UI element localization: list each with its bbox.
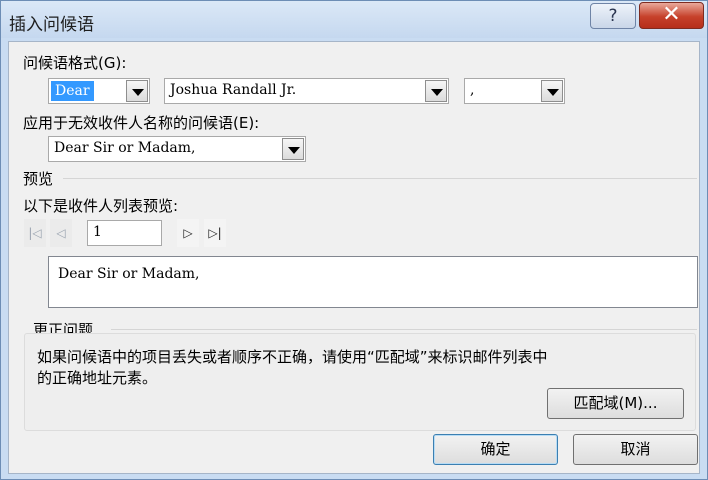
last-record-icon[interactable]: ▷| <box>204 219 226 247</box>
chevron-down-icon[interactable] <box>282 138 304 160</box>
match-fields-button[interactable]: 匹配域(M)... <box>547 388 684 419</box>
correct-problems-group: 如果问候语中的项目丢失或者顺序不正确，请使用“匹配域”来标识邮件列表中 的正确地… <box>24 333 696 431</box>
dialog-title: 插入问候语 <box>9 15 94 35</box>
invalid-recipient-value: Dear Sir or Madam, <box>54 140 196 156</box>
title-bar: 插入问候语 ? ✕ <box>1 1 707 38</box>
preview-text: Dear Sir or Madam, <box>58 266 200 282</box>
salutation-dropdown[interactable]: Dear <box>48 78 150 104</box>
chevron-down-icon[interactable] <box>425 80 447 102</box>
salutation-value: Dear <box>51 81 94 101</box>
chevron-down-icon[interactable] <box>541 80 563 102</box>
preview-list-label: 以下是收件人列表预览: <box>23 197 179 215</box>
chevron-down-icon[interactable] <box>126 80 148 102</box>
punctuation-value: , <box>470 82 475 98</box>
next-record-icon[interactable]: ▷ <box>177 219 199 247</box>
previous-record-icon[interactable]: ◁ <box>50 219 72 247</box>
punctuation-dropdown[interactable]: , <box>464 78 565 104</box>
first-record-icon[interactable]: |◁ <box>24 219 46 247</box>
preview-section-label: 预览 <box>23 170 54 188</box>
insert-greeting-dialog: 插入问候语 ? ✕ 问候语格式(G): Dear Joshua Randall … <box>0 0 708 480</box>
close-button[interactable]: ✕ <box>639 2 704 29</box>
dialog-body: 问候语格式(G): Dear Joshua Randall Jr. , 应用于无… <box>8 41 700 474</box>
name-format-dropdown[interactable]: Joshua Randall Jr. <box>164 78 449 104</box>
ok-button[interactable]: 确定 <box>433 434 558 465</box>
correct-problems-text-line2: 的正确地址元素。 <box>37 369 158 387</box>
invalid-recipient-dropdown[interactable]: Dear Sir or Madam, <box>48 136 306 162</box>
record-number-input[interactable]: 1 <box>87 220 162 246</box>
greeting-format-label: 问候语格式(G): <box>23 54 127 72</box>
help-icon: ? <box>608 6 618 26</box>
invalid-recipient-label: 应用于无效收件人名称的问候语(E): <box>23 114 260 132</box>
preview-divider <box>63 178 697 179</box>
cancel-button[interactable]: 取消 <box>573 434 698 465</box>
correct-problems-text-line1: 如果问候语中的项目丢失或者顺序不正确，请使用“匹配域”来标识邮件列表中 <box>37 348 548 366</box>
help-button[interactable]: ? <box>590 3 636 29</box>
close-icon: ✕ <box>662 2 681 27</box>
name-format-value: Joshua Randall Jr. <box>170 82 297 98</box>
correct-problems-divider <box>111 329 697 330</box>
preview-box: Dear Sir or Madam, <box>48 256 698 308</box>
